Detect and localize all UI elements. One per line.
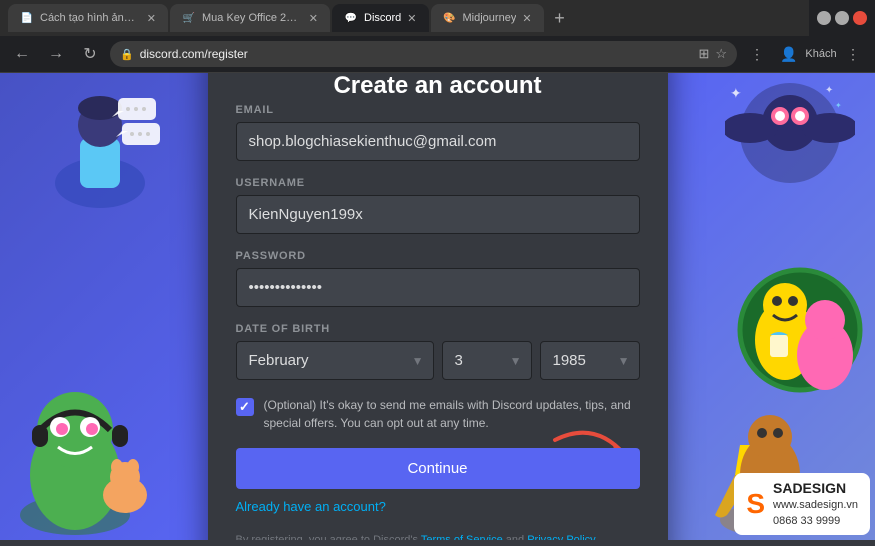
tab-3[interactable]: 💬 Discord ✕	[332, 4, 429, 32]
tos-suffix: .	[595, 534, 598, 540]
translate-icon: ⊞	[698, 46, 709, 62]
tab-4[interactable]: 🎨 Midjourney ✕	[431, 4, 544, 32]
back-button[interactable]: ←	[8, 40, 36, 68]
tab1-title: Cách tạo hình ảnh từ văn bản b...	[40, 12, 141, 24]
day-select-wrap: 1 2 3 4 5 ▼	[442, 341, 532, 380]
lock-icon: 🔒	[120, 48, 134, 61]
checkbox-check-icon: ✓	[239, 399, 250, 415]
toolbar-right: ⋮ 👤 Khách ⋮	[743, 40, 867, 68]
checkbox-row: ✓ (Optional) It's okay to send me emails…	[236, 396, 640, 432]
extensions-button[interactable]: ⋮	[743, 40, 771, 68]
already-account-link[interactable]: Already have an account?	[236, 499, 640, 514]
address-box[interactable]: 🔒 discord.com/register ⊞ ☆	[110, 41, 737, 67]
profile-button[interactable]: 👤	[775, 40, 803, 68]
bookmark-icon: ☆	[715, 46, 727, 62]
password-label: PASSWORD	[236, 250, 640, 262]
register-modal: Create an account EMAIL USERNAME PASSWOR…	[208, 73, 668, 540]
window-controls: — □ ✕	[809, 11, 875, 25]
tos-and: and	[503, 534, 527, 540]
password-input[interactable]	[236, 268, 640, 307]
tab1-close[interactable]: ✕	[147, 12, 156, 25]
username-input[interactable]	[236, 195, 640, 234]
tab3-close[interactable]: ✕	[407, 12, 416, 25]
tab1-favicon: 📄	[20, 11, 34, 25]
tab-1[interactable]: 📄 Cách tạo hình ảnh từ văn bản b... ✕	[8, 4, 168, 32]
address-bar-row: ← → ↻ 🔒 discord.com/register ⊞ ☆ ⋮ 👤 Khá…	[0, 36, 875, 72]
modal-title: Create an account	[236, 73, 640, 100]
username-label: USERNAME	[236, 177, 640, 189]
tab-bar: 📄 Cách tạo hình ảnh từ văn bản b... ✕ 🛒 …	[0, 0, 809, 36]
minimize-button[interactable]: —	[817, 11, 831, 25]
tab4-close[interactable]: ✕	[522, 12, 531, 25]
email-label: EMAIL	[236, 104, 640, 116]
tab3-title: Discord	[364, 12, 401, 24]
privacy-link[interactable]: Privacy Policy	[527, 534, 595, 540]
continue-button[interactable]: Continue	[236, 448, 640, 489]
forward-button[interactable]: →	[42, 40, 70, 68]
menu-button[interactable]: ⋮	[839, 40, 867, 68]
month-select-wrap: January February March April May June Ju…	[236, 341, 434, 380]
year-select-wrap: 1985 1990 ▼	[540, 341, 640, 380]
tab-2[interactable]: 🛒 Mua Key Office 2019 Professio... ✕	[170, 4, 330, 32]
email-updates-checkbox[interactable]: ✓	[236, 398, 254, 416]
tab3-favicon: 💬	[344, 11, 358, 25]
username-group: USERNAME	[236, 177, 640, 234]
day-select[interactable]: 1 2 3 4 5	[442, 341, 532, 380]
year-select[interactable]: 1985 1990	[540, 341, 640, 380]
email-group: EMAIL	[236, 104, 640, 161]
checkbox-label: (Optional) It's okay to send me emails w…	[264, 396, 640, 432]
tab4-title: Midjourney	[463, 12, 517, 24]
address-text: discord.com/register	[140, 47, 248, 61]
tab2-favicon: 🛒	[182, 11, 196, 25]
email-input[interactable]	[236, 122, 640, 161]
password-group: PASSWORD	[236, 250, 640, 307]
continue-btn-wrap: Continue	[236, 448, 640, 499]
dob-group: DATE OF BIRTH January February March Apr…	[236, 323, 640, 380]
dob-label: DATE OF BIRTH	[236, 323, 640, 335]
dob-row: January February March April May June Ju…	[236, 341, 640, 380]
tab2-close[interactable]: ✕	[309, 12, 318, 25]
reload-button[interactable]: ↻	[76, 40, 104, 68]
guest-label: Khách	[807, 40, 835, 68]
new-tab-button[interactable]: +	[546, 4, 574, 32]
tos-link[interactable]: Terms of Service	[421, 534, 503, 540]
maximize-button[interactable]: □	[835, 11, 849, 25]
month-select[interactable]: January February March April May June Ju…	[236, 341, 434, 380]
page-background: ✦ ✦ ✦	[0, 73, 875, 540]
close-button[interactable]: ✕	[853, 11, 867, 25]
tab4-favicon: 🎨	[443, 11, 457, 25]
tos-prefix: By registering, you agree to Discord's	[236, 534, 421, 540]
tab2-title: Mua Key Office 2019 Professio...	[202, 12, 303, 24]
browser-chrome: 📄 Cách tạo hình ảnh từ văn bản b... ✕ 🛒 …	[0, 0, 875, 73]
tos-text: By registering, you agree to Discord's T…	[236, 532, 640, 540]
modal-overlay: Create an account EMAIL USERNAME PASSWOR…	[0, 73, 875, 540]
